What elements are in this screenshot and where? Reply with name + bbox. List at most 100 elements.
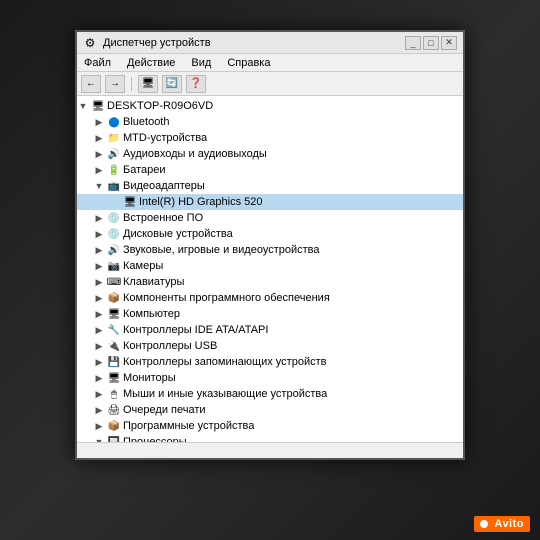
window-title: Диспетчер устройств: [103, 37, 399, 49]
item-label: Контроллеры запоминающих устройств: [123, 356, 326, 368]
menu-action[interactable]: Действие: [124, 57, 178, 69]
expand-icon: ▶: [93, 356, 105, 368]
intel-hd-graphics-label: Intel(R) HD Graphics 520: [139, 196, 263, 208]
close-button[interactable]: ✕: [441, 36, 457, 50]
avito-icon: [480, 520, 488, 528]
expand-icon: ▶: [93, 212, 105, 224]
list-item[interactable]: ▶ 💾 Контроллеры запоминающих устройств: [77, 354, 463, 370]
menu-file[interactable]: Файл: [81, 57, 114, 69]
list-item[interactable]: ▶ 🔧 Контроллеры IDE ATA/ATAPI: [77, 322, 463, 338]
expand-icon: ▶: [93, 388, 105, 400]
list-item[interactable]: ▶ 🔋 Батареи: [77, 162, 463, 178]
minimize-button[interactable]: _: [405, 36, 421, 50]
list-item[interactable]: ▶ 🖱 Мыши и иные указывающие устройства: [77, 386, 463, 402]
expand-icon: ▶: [93, 228, 105, 240]
device-manager-window: ⚙ Диспетчер устройств _ □ ✕ Файл Действи…: [75, 30, 465, 460]
item-label: Программные устройства: [123, 420, 254, 432]
item-label: Видеоадаптеры: [123, 180, 205, 192]
list-item[interactable]: ▶ 💿 Встроенное ПО: [77, 210, 463, 226]
expand-icon: ▶: [93, 420, 105, 432]
item-label: Компьютер: [123, 308, 180, 320]
item-label: MTD-устройства: [123, 132, 207, 144]
print-icon: 🖨: [107, 403, 121, 417]
computer-icon: 🖥: [107, 307, 121, 321]
list-item[interactable]: ▶ 🖨 Очереди печати: [77, 402, 463, 418]
list-item[interactable]: ▶ 🖥 Мониторы: [77, 370, 463, 386]
expand-icon: ▶: [93, 324, 105, 336]
expand-icon: ▶: [93, 164, 105, 176]
list-item[interactable]: ▶ 📷 Камеры: [77, 258, 463, 274]
list-item[interactable]: ▶ 🔊 Аудиовходы и аудиовыходы: [77, 146, 463, 162]
keyboard-icon: ⌨: [107, 275, 121, 289]
camera-icon: 📷: [107, 259, 121, 273]
list-item[interactable]: ▶ 🔌 Контроллеры USB: [77, 338, 463, 354]
root-icon: 🖥: [91, 99, 105, 113]
item-label: Батареи: [123, 164, 166, 176]
item-label: Камеры: [123, 260, 163, 272]
expand-icon: ▶: [93, 372, 105, 384]
list-item[interactable]: ▶ 📦 Программные устройства: [77, 418, 463, 434]
avito-watermark: Avito: [474, 516, 530, 532]
expand-icon: ▶: [93, 244, 105, 256]
expand-icon: ▶: [93, 116, 105, 128]
item-label: Звуковые, игровые и видеоустройства: [123, 244, 320, 256]
help-button[interactable]: ❓: [186, 75, 206, 93]
list-item[interactable]: ▶ 🖥 Компьютер: [77, 306, 463, 322]
list-item[interactable]: ▼ 🔲 Процессоры: [77, 434, 463, 442]
device-tree[interactable]: ▼ 🖥 DESKTOP-R09O6VD ▶ ⬤ Bluetooth ▶ 📁 MT…: [77, 96, 463, 442]
menu-view[interactable]: Вид: [188, 57, 214, 69]
list-item[interactable]: ▶ ⌨ Клавиатуры: [77, 274, 463, 290]
item-label: Компоненты программного обеспечения: [123, 292, 330, 304]
disk-icon: 💿: [107, 227, 121, 241]
storage-icon: 💾: [107, 355, 121, 369]
item-label: Мыши и иные указывающие устройства: [123, 388, 327, 400]
mouse-icon: 🖱: [107, 387, 121, 401]
toolbar-separator-1: [131, 77, 132, 91]
expand-icon: [109, 196, 121, 208]
mtd-icon: 📁: [107, 131, 121, 145]
status-bar: [77, 442, 463, 458]
expand-icon: ▶: [93, 404, 105, 416]
expand-icon: ▶: [93, 276, 105, 288]
forward-button[interactable]: →: [105, 75, 125, 93]
item-label: Клавиатуры: [123, 276, 184, 288]
list-item[interactable]: ▶ 🔊 Звуковые, игровые и видеоустройства: [77, 242, 463, 258]
list-item[interactable]: ▼ 📺 Видеоадаптеры: [77, 178, 463, 194]
battery-icon: 🔋: [107, 163, 121, 177]
usb-icon: 🔌: [107, 339, 121, 353]
software-icon: 📦: [107, 291, 121, 305]
list-item[interactable]: 🖥 Intel(R) HD Graphics 520: [77, 194, 463, 210]
root-expand-icon: ▼: [77, 100, 89, 112]
avito-label: Avito: [494, 518, 524, 530]
window-icon: ⚙: [83, 36, 97, 50]
tree-root[interactable]: ▼ 🖥 DESKTOP-R09O6VD: [77, 98, 463, 114]
update-button[interactable]: 🔄: [162, 75, 182, 93]
window-controls: _ □ ✕: [405, 36, 457, 50]
monitor-icon: 🖥: [107, 371, 121, 385]
properties-button[interactable]: 🖥: [138, 75, 158, 93]
item-label: Аудиовходы и аудиовыходы: [123, 148, 267, 160]
menu-help[interactable]: Справка: [224, 57, 273, 69]
menu-bar: Файл Действие Вид Справка: [77, 54, 463, 72]
expand-icon: ▶: [93, 292, 105, 304]
list-item[interactable]: ▶ ⬤ Bluetooth: [77, 114, 463, 130]
title-bar: ⚙ Диспетчер устройств _ □ ✕: [77, 32, 463, 54]
list-item[interactable]: ▶ 💿 Дисковые устройства: [77, 226, 463, 242]
item-label: Контроллеры IDE ATA/ATAPI: [123, 324, 268, 336]
item-label: Очереди печати: [123, 404, 206, 416]
maximize-button[interactable]: □: [423, 36, 439, 50]
software-devices-icon: 📦: [107, 419, 121, 433]
sound-icon: 🔊: [107, 243, 121, 257]
firmware-icon: 💿: [107, 211, 121, 225]
audio-icon: 🔊: [107, 147, 121, 161]
item-label: Встроенное ПО: [123, 212, 203, 224]
back-button[interactable]: ←: [81, 75, 101, 93]
expand-icon: ▼: [93, 180, 105, 192]
toolbar: ← → 🖥 🔄 ❓: [77, 72, 463, 96]
list-item[interactable]: ▶ 📦 Компоненты программного обеспечения: [77, 290, 463, 306]
expand-icon: ▶: [93, 308, 105, 320]
list-item[interactable]: ▶ 📁 MTD-устройства: [77, 130, 463, 146]
gpu-icon: 🖥: [123, 195, 137, 209]
item-label: Bluetooth: [123, 116, 169, 128]
ide-icon: 🔧: [107, 323, 121, 337]
